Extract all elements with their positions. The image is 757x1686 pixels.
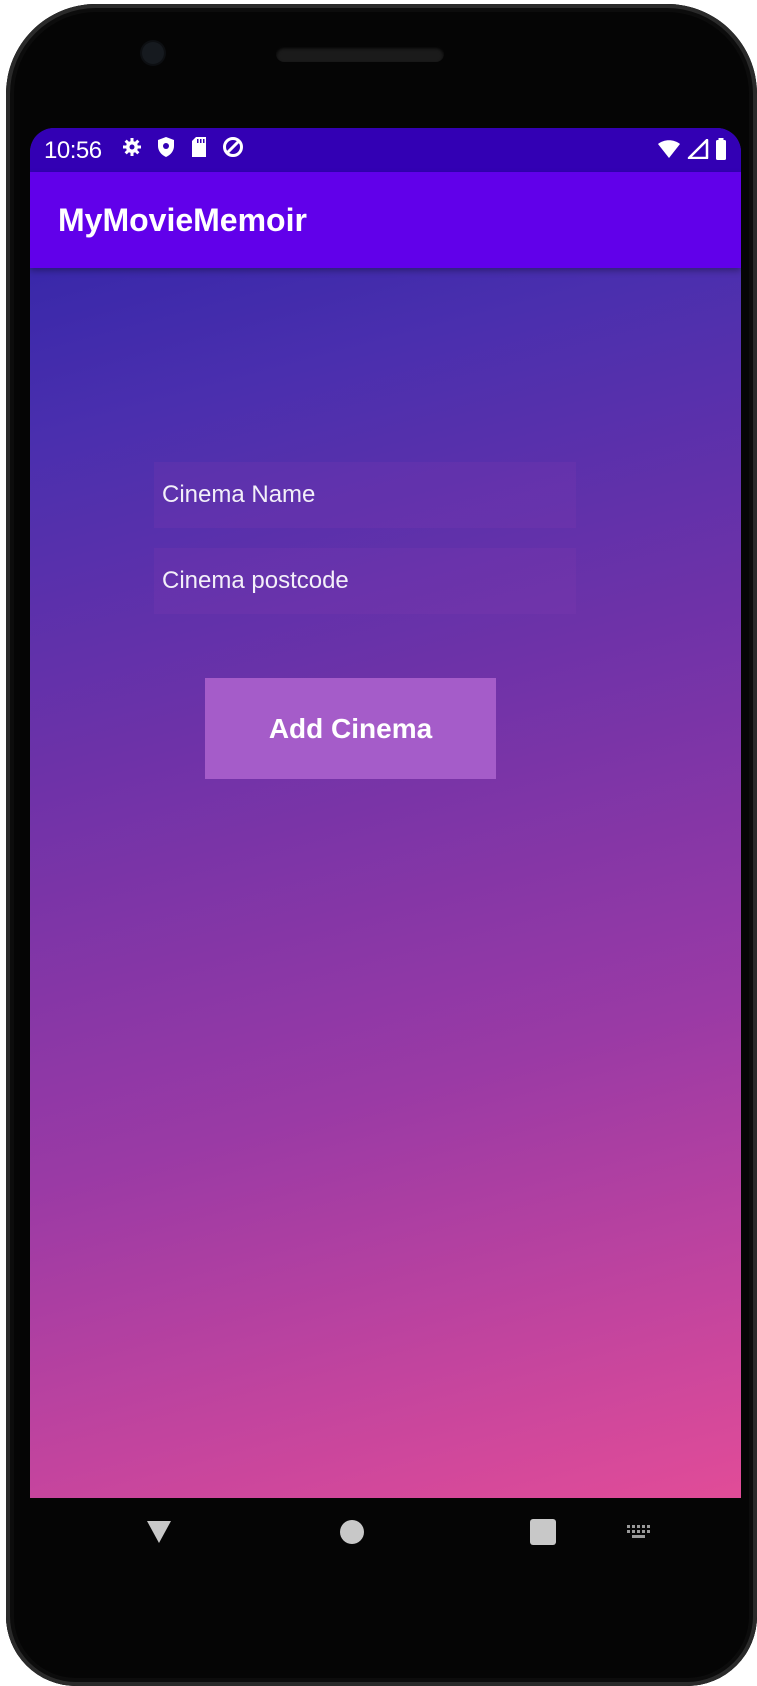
keyboard-icon (626, 1524, 652, 1545)
cinema-name-input[interactable] (154, 462, 576, 528)
home-icon (339, 1519, 365, 1550)
keyboard-button[interactable] (594, 1494, 684, 1574)
status-bar: 10:56 (30, 128, 741, 172)
wifi-icon (657, 139, 681, 164)
front-camera (142, 42, 164, 64)
home-button[interactable] (307, 1494, 397, 1574)
data-saver-icon (222, 136, 244, 163)
recents-button[interactable] (498, 1494, 588, 1574)
navigation-bar (24, 1494, 735, 1574)
cinema-postcode-input[interactable] (154, 548, 576, 614)
settings-icon (122, 137, 142, 162)
signal-icon (687, 138, 709, 164)
status-notification-icons (122, 136, 244, 163)
status-time: 10:56 (44, 137, 102, 164)
add-cinema-button[interactable]: Add Cinema (205, 678, 496, 779)
app-title: MyMovieMemoir (58, 202, 307, 238)
shield-icon (156, 136, 176, 163)
sd-card-icon (190, 136, 208, 163)
earpiece-speaker (276, 46, 444, 62)
app-bar: MyMovieMemoir (30, 172, 741, 268)
back-icon (145, 1519, 173, 1550)
status-system-icons (657, 138, 727, 165)
recents-icon (529, 1518, 557, 1551)
back-button[interactable] (114, 1494, 204, 1574)
screen: 10:56 MyMovieMemoir Cinema Name Cinema p… (30, 128, 741, 1498)
phone-frame: 10:56 MyMovieMemoir Cinema Name Cinema p… (6, 4, 757, 1686)
battery-icon (715, 138, 727, 165)
